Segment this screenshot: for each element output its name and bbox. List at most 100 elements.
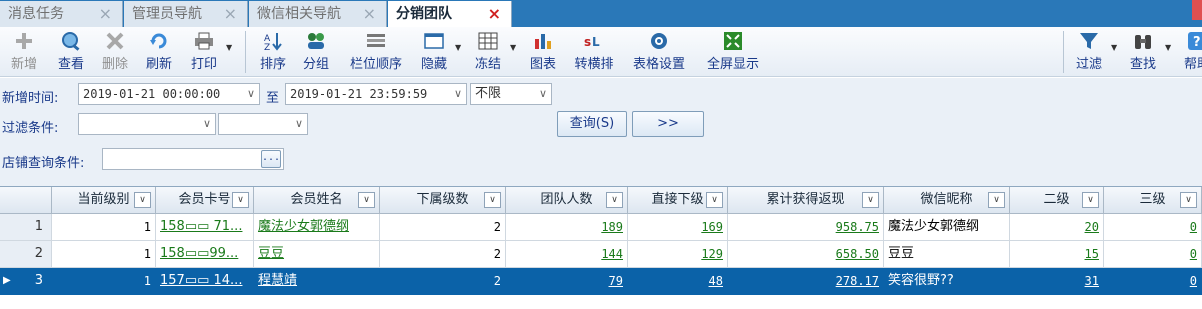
group-button[interactable]: 分组 <box>299 29 333 75</box>
filter-button[interactable]: 过滤 <box>1072 29 1106 75</box>
close-icon[interactable]: × <box>224 1 237 27</box>
transpose-icon: sL <box>584 35 600 49</box>
chevron-down-icon[interactable]: ∨ <box>295 114 303 134</box>
chart-button[interactable]: 图表 <box>526 29 560 75</box>
condition-operator-select[interactable]: ∨ <box>218 113 308 135</box>
column-header[interactable]: 会员姓名 ∨ <box>254 187 380 214</box>
shop-browse-button[interactable]: ... <box>261 150 281 168</box>
filter-dropdown-icon[interactable]: ∨ <box>1082 192 1099 208</box>
chevron-down-icon[interactable]: ∨ <box>539 84 547 104</box>
group-icon <box>308 33 324 49</box>
filter-dropdown-icon[interactable]: ∨ <box>134 192 151 208</box>
freeze-dropdown-icon[interactable]: ▼ <box>510 43 516 52</box>
tab-label: 分销团队 <box>396 6 452 22</box>
column-header[interactable]: 当前级别 ∨ <box>52 187 156 214</box>
view-button[interactable]: 查看 <box>54 29 88 75</box>
window-close-button[interactable] <box>1192 0 1202 20</box>
freeze-icon <box>478 32 498 50</box>
columns-icon <box>367 34 385 47</box>
refresh-icon <box>150 33 167 49</box>
tab-label: 管理员导航 <box>132 6 202 22</box>
date-to-field[interactable]: 2019-01-21 23:59:59 ∨ <box>285 83 467 105</box>
svg-text:L: L <box>592 35 600 49</box>
sort-button[interactable]: AZ 排序 <box>256 29 290 75</box>
date-from-field[interactable]: 2019-01-21 00:00:00 ∨ <box>78 83 260 105</box>
tab-label: 消息任务 <box>8 6 64 22</box>
bar-chart-icon <box>535 34 551 49</box>
svg-text:Z: Z <box>264 43 270 51</box>
condition-field-select[interactable]: ∨ <box>78 113 216 135</box>
fullscreen-button[interactable]: 全屏显示 <box>702 29 764 75</box>
column-header[interactable]: 会员卡号 ∨ <box>156 187 254 214</box>
tab-label: 微信相关导航 <box>257 6 341 22</box>
column-header[interactable]: 团队人数 ∨ <box>506 187 628 214</box>
settings-icon <box>651 33 667 49</box>
delete-button[interactable]: 删除 <box>98 29 132 75</box>
svg-text:?: ? <box>1193 35 1201 50</box>
fullscreen-icon <box>724 32 742 50</box>
filter-dropdown-icon[interactable]: ∨ <box>484 192 501 208</box>
table-settings-button[interactable]: 表格设置 <box>628 29 690 75</box>
printer-icon <box>195 32 213 50</box>
help-icon: ? <box>1188 32 1202 50</box>
freeze-button[interactable]: 冻结 <box>470 29 506 75</box>
column-header[interactable]: 三级 ∨ <box>1104 187 1202 214</box>
sort-icon: AZ <box>264 33 282 51</box>
shop-field[interactable]: ... <box>102 148 284 170</box>
current-row-indicator-icon: ▶ <box>3 275 11 286</box>
column-header[interactable]: 下属级数 ∨ <box>380 187 506 214</box>
svg-text:s: s <box>584 35 591 49</box>
more-button[interactable]: >> <box>632 111 704 137</box>
chevron-down-icon[interactable]: ∨ <box>247 84 255 104</box>
column-header[interactable]: 二级 ∨ <box>1010 187 1104 214</box>
print-dropdown-icon[interactable]: ▼ <box>226 43 232 52</box>
filter-dropdown-icon[interactable]: ∨ <box>606 192 623 208</box>
column-header[interactable]: 累计获得返现 ∨ <box>728 187 884 214</box>
close-icon[interactable]: × <box>488 1 501 27</box>
query-button[interactable]: 查询(S) <box>557 111 627 137</box>
filter-dropdown-icon[interactable]: ▼ <box>1111 43 1117 52</box>
chevron-down-icon[interactable]: ∨ <box>203 114 211 134</box>
filter-dropdown-icon[interactable]: ∨ <box>1180 192 1197 208</box>
print-button[interactable]: 打印 <box>187 29 221 75</box>
binoculars-icon <box>1135 35 1151 49</box>
tab-distribution-team[interactable]: 分销团队 × <box>388 1 512 27</box>
hide-dropdown-icon[interactable]: ▼ <box>455 43 461 52</box>
tab-admin-nav[interactable]: 管理员导航 × <box>124 1 248 27</box>
date-label: 新增时间: <box>2 91 59 106</box>
toolbar-separator <box>1063 31 1064 73</box>
transpose-button[interactable]: sL 转横排 <box>570 29 618 75</box>
toolbar-separator <box>245 31 246 73</box>
help-button[interactable]: ? 帮助 <box>1180 29 1202 75</box>
column-order-button[interactable]: 栏位顺序 <box>345 29 407 75</box>
column-header[interactable]: 直接下级 ∨ <box>628 187 728 214</box>
find-button[interactable]: 查找 <box>1126 29 1160 75</box>
add-button[interactable]: 新增 <box>8 29 40 75</box>
filter-dropdown-icon[interactable]: ∨ <box>232 192 249 208</box>
cross-icon <box>106 32 124 50</box>
refresh-button[interactable]: 刷新 <box>142 29 176 75</box>
filter-dropdown-icon[interactable]: ∨ <box>988 192 1005 208</box>
tab-bar: 消息任务 × 管理员导航 × 微信相关导航 × 分销团队 × <box>0 0 1202 27</box>
find-dropdown-icon[interactable]: ▼ <box>1165 43 1171 52</box>
close-icon[interactable]: × <box>99 1 112 27</box>
shop-label: 店铺查询条件: <box>2 156 85 171</box>
hide-button[interactable]: 隐藏 <box>416 29 452 75</box>
tab-wechat-nav[interactable]: 微信相关导航 × <box>249 1 387 27</box>
funnel-icon <box>1080 33 1098 49</box>
condition-label: 过滤条件: <box>2 121 59 136</box>
data-grid: 当前级别 ∨ 会员卡号 ∨ 会员姓名 ∨ 下属级数 ∨ 团队人数 ∨ 直接下级 ∨ 累计获得… <box>0 186 1202 309</box>
filter-panel: 新增时间: 2019-01-21 00:00:00 ∨ 至 2019-01-21… <box>0 78 1202 186</box>
filter-dropdown-icon[interactable]: ∨ <box>706 192 723 208</box>
filter-dropdown-icon[interactable]: ∨ <box>862 192 879 208</box>
plus-icon <box>16 33 32 49</box>
to-label: 至 <box>266 91 280 106</box>
close-icon[interactable]: × <box>363 1 376 27</box>
range-select[interactable]: 不限 ∨ <box>470 83 552 105</box>
row-header-corner <box>0 187 52 214</box>
tab-message-tasks[interactable]: 消息任务 × <box>0 1 123 27</box>
filter-dropdown-icon[interactable]: ∨ <box>358 192 375 208</box>
magnifier-icon <box>62 32 80 51</box>
chevron-down-icon[interactable]: ∨ <box>454 84 462 104</box>
column-header[interactable]: 微信昵称 ∨ <box>884 187 1010 214</box>
